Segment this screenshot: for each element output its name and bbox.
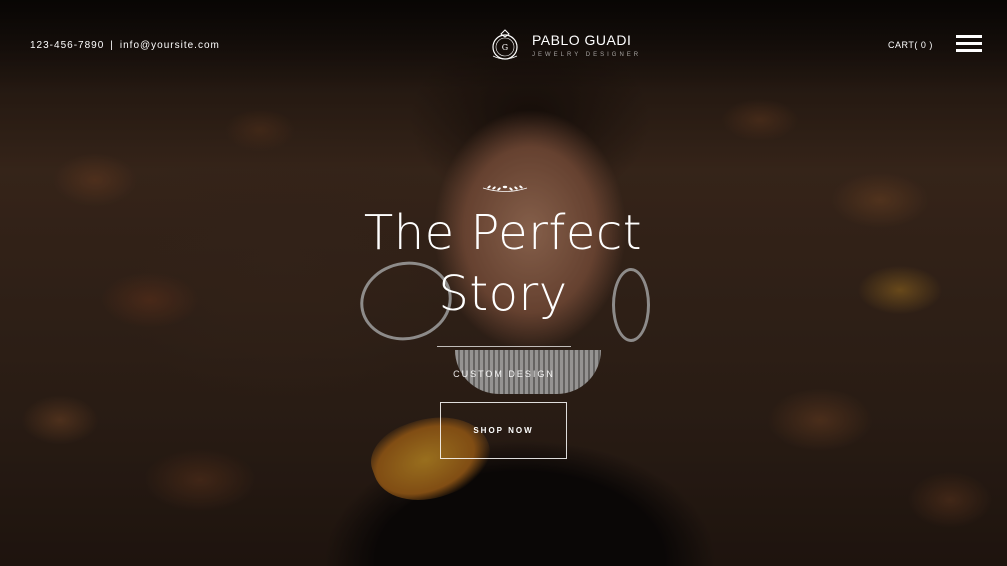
- brand-logo-link[interactable]: G PABLO GUADI JEWELRY DESIGNER: [488, 28, 641, 62]
- laurel-ornament-icon: [482, 185, 528, 192]
- contact-info: 123-456-7890 | info@yoursite.com: [30, 40, 220, 51]
- hero-subtitle: CUSTOM DESIGN: [453, 369, 555, 379]
- ring-logo-icon: G: [492, 29, 518, 60]
- email-link[interactable]: info@yoursite.com: [120, 40, 220, 51]
- cart-link[interactable]: CART( 0 ): [888, 40, 933, 50]
- hero-title-line1: The Perfect: [363, 205, 643, 261]
- cart-label: CART: [888, 40, 915, 50]
- phone-number[interactable]: 123-456-7890: [30, 40, 104, 51]
- brand-name: PABLO GUADI: [532, 32, 632, 48]
- hero-divider: [437, 346, 571, 347]
- brand-tagline: JEWELRY DESIGNER: [532, 52, 642, 58]
- shop-now-button[interactable]: SHOP NOW: [440, 402, 567, 459]
- hero-title: The Perfect Story: [330, 203, 676, 325]
- contact-separator: |: [110, 40, 114, 51]
- hero-title-line2: Story: [438, 266, 568, 322]
- svg-text:G: G: [502, 43, 508, 52]
- cart-count: ( 0 ): [914, 40, 933, 50]
- hamburger-menu-icon[interactable]: [956, 35, 982, 53]
